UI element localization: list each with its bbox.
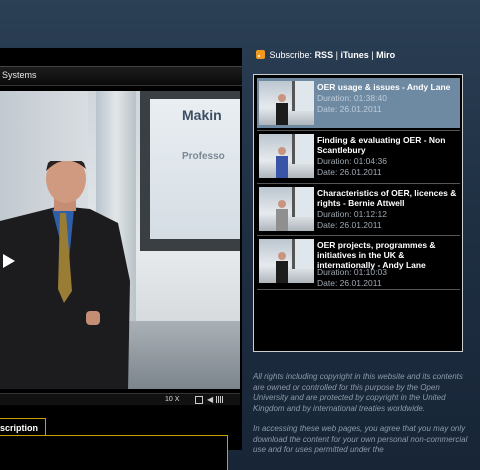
separator: | <box>371 50 374 60</box>
video-thumbnail[interactable] <box>259 187 314 231</box>
miro-link[interactable]: Miro <box>376 50 395 60</box>
transcript-panel <box>0 435 228 470</box>
volume-slider[interactable] <box>216 396 224 405</box>
rss-icon <box>256 50 265 59</box>
slide-subtitle: Professo <box>182 151 225 162</box>
presenter-figure <box>0 161 130 389</box>
fullscreen-icon[interactable] <box>195 396 203 404</box>
playlist-item[interactable]: OER projects, programmes & initiatives i… <box>257 236 460 288</box>
item-title[interactable]: Finding & evaluating OER - Non Scantlebu… <box>317 135 459 155</box>
item-title[interactable]: OER projects, programmes & initiatives i… <box>317 240 459 270</box>
tab-transcript[interactable]: scription <box>0 418 46 436</box>
itunes-link[interactable]: iTunes <box>340 50 368 60</box>
item-date: Date: 26.01.2011 <box>317 220 382 230</box>
item-date: Date: 26.01.2011 <box>317 278 382 288</box>
rss-link[interactable]: RSS <box>315 50 334 60</box>
item-duration: Duration: 01:04:36 <box>317 156 387 166</box>
video-title: Systems <box>2 70 37 80</box>
copyright-notice: All rights including copyright in this w… <box>253 372 475 466</box>
playlist: OER usage & issues - Andy Lane Duration:… <box>253 74 463 352</box>
usage-paragraph: In accessing these web pages, you agree … <box>253 424 468 454</box>
copyright-paragraph: All rights including copyright in this w… <box>253 372 463 413</box>
subscribe-bar: Subscribe: RSS | iTunes | Miro <box>256 50 395 60</box>
video-thumbnail[interactable] <box>259 239 314 283</box>
item-title[interactable]: OER usage & issues - Andy Lane <box>317 82 459 92</box>
playlist-item[interactable]: OER usage & issues - Andy Lane Duration:… <box>257 78 460 128</box>
video-thumbnail[interactable] <box>259 81 314 125</box>
subscribe-label: Subscribe: <box>269 50 313 60</box>
item-duration: Duration: 01:38:40 <box>317 93 387 103</box>
play-icon[interactable] <box>2 254 16 268</box>
item-duration: Duration: 01:12:12 <box>317 209 387 219</box>
video-player[interactable]: Makin Professo <box>0 91 240 389</box>
item-duration: Duration: 01:10:03 <box>317 267 387 277</box>
playlist-item[interactable]: Characteristics of OER, licences & right… <box>257 184 460 234</box>
zoom-level[interactable]: 10 X <box>165 396 179 403</box>
playlist-item[interactable]: Finding & evaluating OER - Non Scantlebu… <box>257 131 460 181</box>
volume-icon[interactable]: ◀ <box>207 395 213 404</box>
video-thumbnail[interactable] <box>259 134 314 178</box>
video-controls: 10 X ◀ <box>0 393 240 405</box>
video-panel: Systems Makin Professo 10 X ◀ scription <box>0 48 242 470</box>
item-date: Date: 26.01.2011 <box>317 167 382 177</box>
video-title-bar: Systems <box>0 66 242 86</box>
item-title[interactable]: Characteristics of OER, licences & right… <box>317 188 459 208</box>
separator: | <box>335 50 338 60</box>
slide-title: Makin <box>182 107 222 123</box>
item-date: Date: 26.01.2011 <box>317 104 382 114</box>
